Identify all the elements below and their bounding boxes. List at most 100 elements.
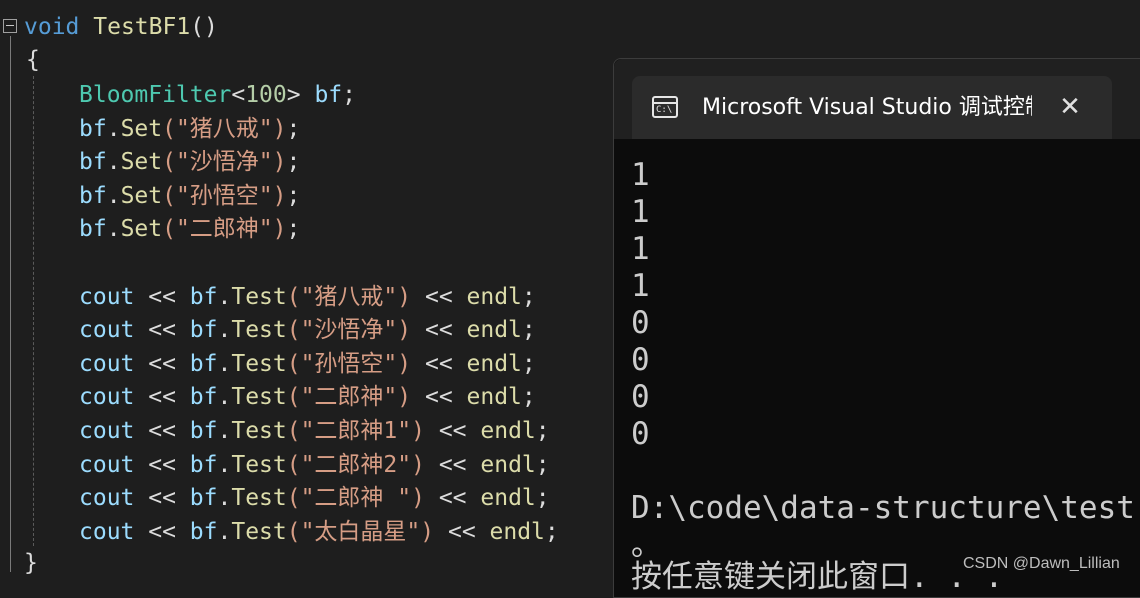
cout-keyword: cout xyxy=(79,519,135,545)
console-app-icon: C:\ xyxy=(652,96,678,118)
cout-keyword: cout xyxy=(79,418,135,444)
stream-operator: << xyxy=(134,284,190,310)
output-line: 1 xyxy=(631,194,650,230)
stream-operator: << xyxy=(134,317,190,343)
stream-operator: << xyxy=(411,317,467,343)
template-lt: < xyxy=(231,82,246,108)
method-name: Test xyxy=(231,452,287,478)
stream-operator: << xyxy=(424,452,481,478)
object-name: bf xyxy=(189,452,218,478)
cout-line: cout << bf.Test("猪八戒") << endl; xyxy=(79,284,536,310)
semicolon: ; xyxy=(521,351,536,377)
cout-keyword: cout xyxy=(79,351,135,377)
string-argument: ("二郎神") xyxy=(162,216,287,242)
semicolon: ; xyxy=(521,317,536,343)
object-name: bf xyxy=(189,519,218,545)
output-line: 0 xyxy=(631,379,650,415)
object-name: bf xyxy=(189,485,218,511)
method-name: Test xyxy=(231,384,287,410)
object-name: bf xyxy=(189,317,218,343)
endl-keyword: endl xyxy=(480,485,536,511)
object-name: bf xyxy=(189,284,218,310)
collapse-toggle-icon[interactable] xyxy=(3,19,17,33)
stream-operator: << xyxy=(134,485,190,511)
endl-keyword: endl xyxy=(489,519,545,545)
console-tab-title: Microsoft Visual Studio 调试控制台 xyxy=(702,95,1032,120)
open-brace-text: { xyxy=(26,47,40,73)
method-name: Set xyxy=(120,116,163,142)
semicolon: ; xyxy=(535,485,550,511)
stream-operator: << xyxy=(134,452,190,478)
output-line: 1 xyxy=(631,268,650,304)
debug-console-window[interactable]: C:\ Microsoft Visual Studio 调试控制台 ✕ 1 1 … xyxy=(613,58,1140,598)
string-argument: ("孙悟空") xyxy=(162,183,287,209)
method-name: Test xyxy=(231,284,287,310)
semicolon: ; xyxy=(535,452,550,478)
declaration-line: BloomFilter<100> bf; xyxy=(79,79,356,112)
stream-operator: << xyxy=(434,519,490,545)
cout-line: cout << bf.Test("沙悟净") << endl; xyxy=(79,317,536,343)
stream-operator: << xyxy=(424,485,481,511)
variable-name: bf xyxy=(314,82,343,108)
stream-operator: << xyxy=(134,418,190,444)
type-name: BloomFilter xyxy=(79,82,232,108)
close-icon[interactable]: ✕ xyxy=(1056,93,1084,121)
string-argument: ("猪八戒") xyxy=(286,284,412,310)
method-name: Set xyxy=(120,149,163,175)
exit-path-line: D:\code\data-structure\test xyxy=(631,490,1135,526)
semicolon: ; xyxy=(544,519,559,545)
semicolon: ; xyxy=(286,149,301,175)
fold-region-line xyxy=(10,36,11,572)
endl-keyword: endl xyxy=(466,284,522,310)
method-name: Test xyxy=(231,351,287,377)
cout-line: cout << bf.Test("二郎神 ") << endl; xyxy=(79,485,550,511)
string-argument: ("太白晶星") xyxy=(286,519,435,545)
object-name: bf xyxy=(189,418,218,444)
set-line: bf.Set("孙悟空"); xyxy=(79,183,301,209)
cout-keyword: cout xyxy=(79,284,135,310)
function-signature-line: void TestBF1() xyxy=(24,11,218,44)
console-app-icon-text: C:\ xyxy=(656,105,673,115)
method-name: Test xyxy=(231,317,287,343)
method-name: Test xyxy=(231,418,287,444)
output-line: 0 xyxy=(631,342,650,378)
indent-guide xyxy=(33,76,34,546)
object-name: bf xyxy=(79,183,107,209)
stream-operator: << xyxy=(411,284,467,310)
string-argument: ("二郎神") xyxy=(286,384,412,410)
cout-keyword: cout xyxy=(79,384,135,410)
endl-keyword: endl xyxy=(466,317,522,343)
string-argument: ("猪八戒") xyxy=(162,116,287,142)
cout-keyword: cout xyxy=(79,485,135,511)
set-line: bf.Set("猪八戒"); xyxy=(79,116,301,142)
semicolon: ; xyxy=(286,116,301,142)
endl-keyword: endl xyxy=(466,351,522,377)
string-argument: ("沙悟净") xyxy=(286,317,412,343)
console-tab[interactable]: C:\ Microsoft Visual Studio 调试控制台 ✕ xyxy=(632,76,1112,139)
method-name: Test xyxy=(231,485,287,511)
endl-keyword: endl xyxy=(466,384,522,410)
string-argument: ("沙悟净") xyxy=(162,149,287,175)
endl-keyword: endl xyxy=(480,452,536,478)
method-name: Set xyxy=(120,216,163,242)
method-name: Set xyxy=(120,183,163,209)
stream-operator: << xyxy=(134,384,190,410)
press-key-prompt: 按任意键关闭此窗口. . . xyxy=(631,559,1004,595)
object-name: bf xyxy=(79,149,107,175)
string-argument: ("二郎神2") xyxy=(286,452,425,478)
semicolon: ; xyxy=(521,384,536,410)
set-line: bf.Set("沙悟净"); xyxy=(79,149,301,175)
endl-keyword: endl xyxy=(480,418,536,444)
string-argument: ("二郎神1") xyxy=(286,418,425,444)
output-line: 1 xyxy=(631,231,650,267)
stream-operator: << xyxy=(134,351,190,377)
output-line: 0 xyxy=(631,416,650,452)
console-titlebar[interactable]: C:\ Microsoft Visual Studio 调试控制台 ✕ xyxy=(614,59,1140,139)
object-name: bf xyxy=(79,116,107,142)
cout-line: cout << bf.Test("二郎神") << endl; xyxy=(79,384,536,410)
output-line: 0 xyxy=(631,305,650,341)
semicolon: ; xyxy=(535,418,550,444)
open-brace: { xyxy=(26,44,40,77)
semicolon: ; xyxy=(342,82,357,108)
semicolon: ; xyxy=(521,284,536,310)
